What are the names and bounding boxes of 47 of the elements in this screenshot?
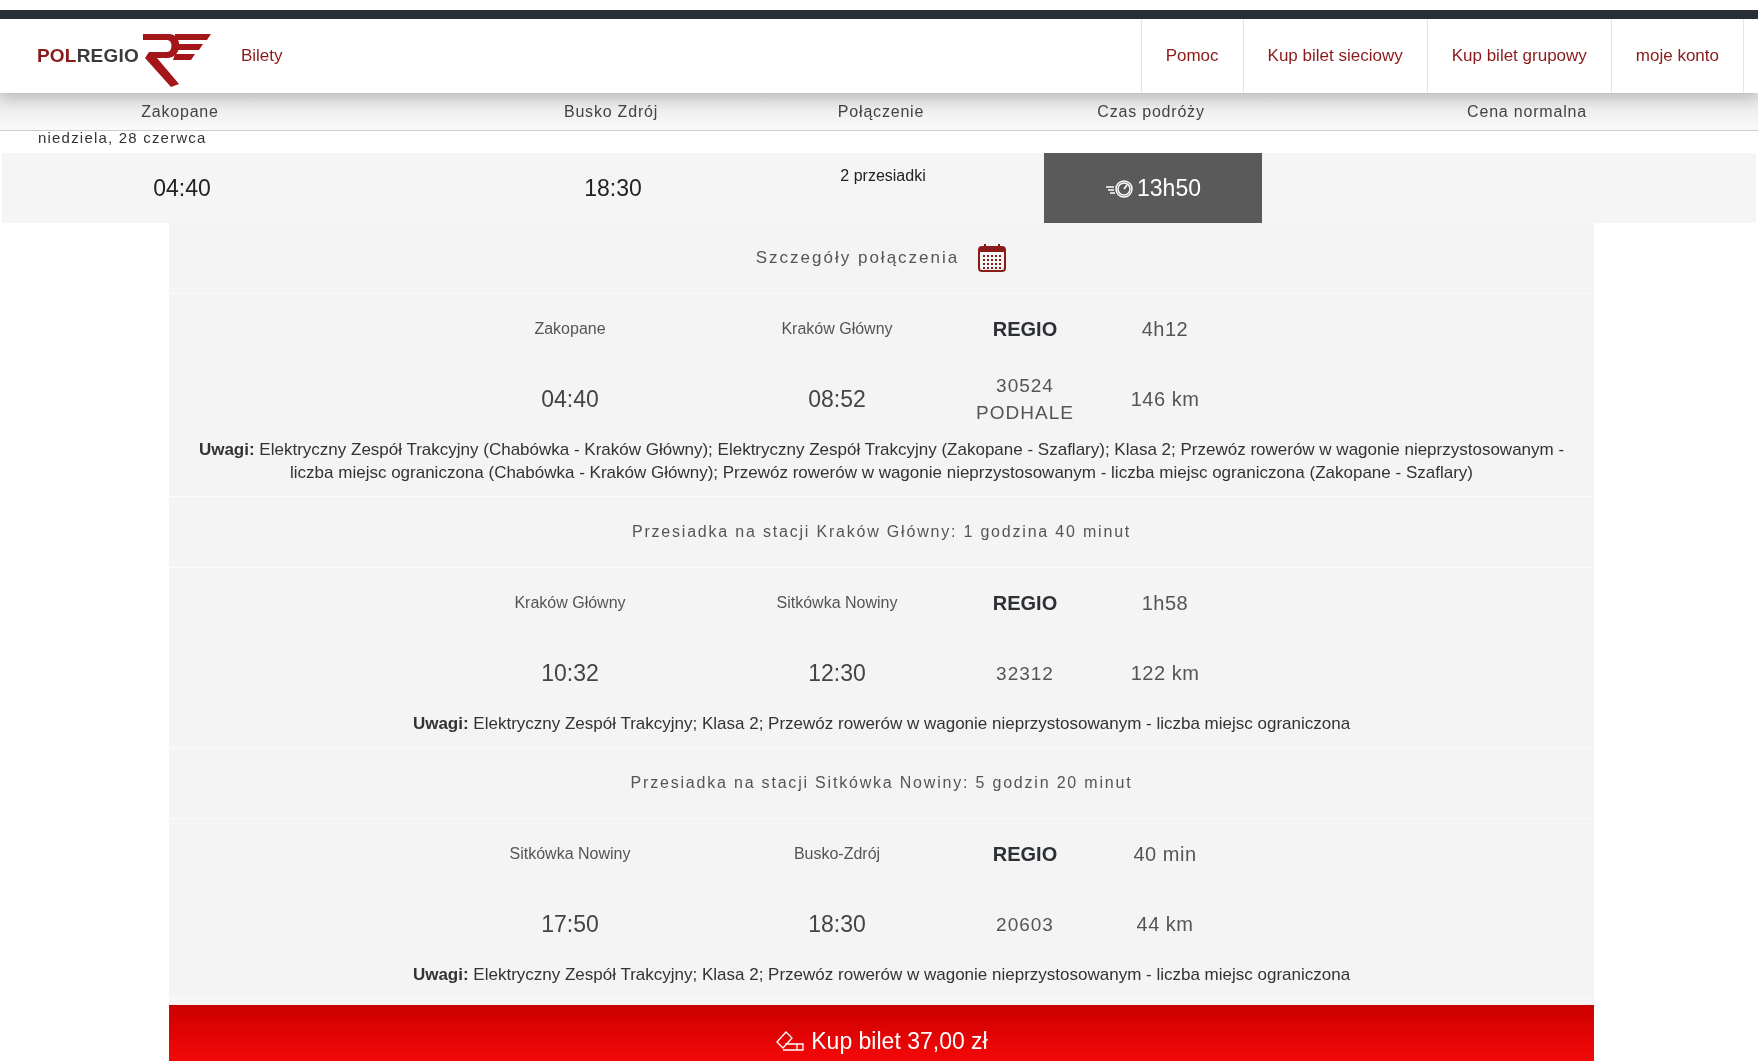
details-title: Szczegóły połączenia: [755, 248, 960, 268]
logo-wordmark[interactable]: POLREGIO: [37, 45, 139, 67]
train-number: 30524 PODHALE: [976, 374, 1074, 425]
leg-duration: 4h12: [1140, 317, 1190, 341]
connection-row[interactable]: 04:40 18:30 2 przesiadki 13h50: [2, 153, 1756, 223]
column-header: Połączenie: [836, 102, 926, 121]
arrival-time: 12:30: [807, 659, 867, 687]
train-number: 32312: [996, 661, 1054, 686]
departure-time: 10:32: [540, 659, 600, 687]
train-number: 20603: [996, 912, 1054, 937]
departure-time: 04:40: [540, 385, 600, 413]
transfer-info: Przesiadka na stacji Sitkówka Nowiny: 5 godzin 20 minut: [630, 774, 1133, 792]
distance: 122 km: [1129, 661, 1201, 685]
column-header: Cena normalna: [1466, 102, 1588, 121]
station-name: Kraków Główny: [513, 594, 627, 612]
leg-duration: 40 min: [1132, 842, 1198, 866]
transfers-count: 2 przesiadki: [839, 167, 927, 185]
arrival-time: 08:52: [807, 385, 867, 413]
distance: 146 km: [1129, 387, 1201, 411]
carrier-name: REGIO: [992, 317, 1058, 341]
carrier-name: REGIO: [992, 591, 1058, 615]
ticket-icon: [775, 1030, 806, 1052]
station-name: Busko-Zdrój: [792, 845, 882, 863]
buy-ticket-button[interactable]: Kup bilet 37,00 zł: [169, 1005, 1594, 1061]
transfer-info: Przesiadka na stacji Kraków Główny: 1 godzina 40 minut: [631, 523, 1132, 541]
leg-duration: 1h58: [1140, 591, 1190, 615]
carrier-name: REGIO: [992, 842, 1058, 866]
notes-text: Uwagi: Elektryczny Zespół Trakcyjny; Klasa 2; Przewóz rowerów w wagonie nieprzystosowanym - liczba miejsc ograniczona: [411, 964, 1352, 986]
station-name: Kraków Główny: [780, 320, 894, 338]
station-name: Zakopane: [533, 320, 607, 338]
travel-duration: 13h50: [1137, 174, 1201, 202]
notes-text: Uwagi: Elektryczny Zespół Trakcyjny; Klasa 2; Przewóz rowerów w wagonie nieprzystosowanym - liczba miejsc ograniczona: [411, 713, 1352, 735]
travel-date: niedziela, 28 czerwca: [37, 131, 208, 148]
column-header: Busko Zdrój: [562, 102, 660, 121]
departure-time: 17:50: [540, 910, 600, 938]
column-header: Czas podróży: [1096, 102, 1206, 121]
notes-text: Uwagi: Elektryczny Zespół Trakcyjny (Chabówka - Kraków Główny); Elektryczny Zespół Trakcyjny (Zakopane - Szaflary); Klasa 2; Przewóz rowerów w wagonie nieprzystosowanym - liczba miejsc ograniczona (Chabówka - Kraków Główny); Przewóz rowerów w wagonie nieprzystosowanym - liczba miejsc ograniczona (Zakopane - Szaflary): [197, 439, 1566, 484]
calendar-icon[interactable]: [977, 243, 1008, 273]
departure-time: 04:40: [152, 174, 212, 202]
arrival-time: 18:30: [583, 174, 643, 202]
station-name: Sitkówka Nowiny: [508, 845, 632, 863]
speedometer-icon: [1105, 178, 1135, 198]
station-name: Sitkówka Nowiny: [775, 594, 899, 612]
arrival-time: 18:30: [807, 910, 867, 938]
distance: 44 km: [1135, 912, 1195, 936]
column-header: Zakopane: [140, 102, 220, 121]
tickets-link[interactable]: Bilety: [240, 46, 283, 66]
